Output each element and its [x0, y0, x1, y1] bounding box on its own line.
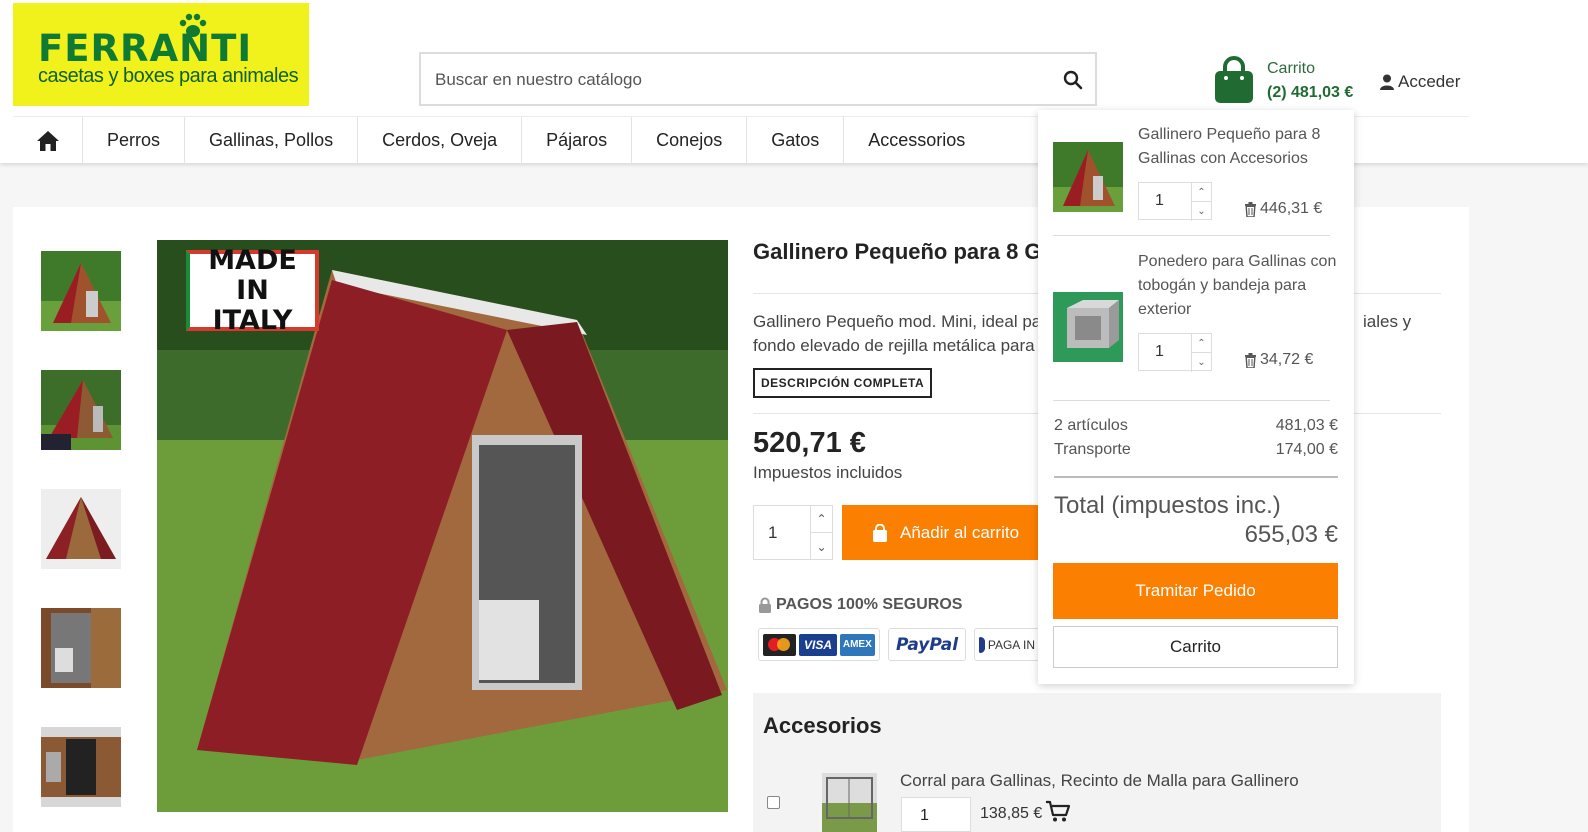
chevron-down-icon[interactable]: ⌄	[1191, 353, 1211, 372]
pay-later-icon	[979, 636, 985, 653]
chevron-down-icon[interactable]: ⌄	[810, 533, 832, 560]
accessories-section: Accesorios Corral para Gallinas, Recinto…	[753, 693, 1441, 832]
thumbnail-list	[41, 251, 121, 832]
checkout-button[interactable]: Tramitar Pedido	[1053, 563, 1338, 619]
chevron-up-icon[interactable]: ⌃	[810, 506, 832, 533]
accessory-quantity-input[interactable]: 1	[920, 807, 929, 825]
cart-item-price-value: 34,72 €	[1260, 351, 1314, 368]
payment-methods: VISA AMEX PayPal PAGA IN	[758, 628, 1040, 661]
cart-item-quantity-input[interactable]: 1	[1155, 192, 1164, 210]
pay-later-label: PAGA IN	[987, 637, 1035, 652]
product-thumbnail[interactable]	[41, 727, 121, 807]
nav-item-gallinas[interactable]: Gallinas, Pollos	[185, 117, 359, 164]
nav-item-perros[interactable]: Perros	[83, 117, 186, 164]
description-line-1-tail: iales y	[1363, 312, 1412, 331]
cart-summary: (2) 481,03 €	[1267, 84, 1354, 101]
cart-item-quantity-stepper[interactable]: 1 ⌃ ⌄	[1138, 182, 1212, 221]
add-to-cart-label: Añadir al carrito	[900, 522, 1020, 542]
add-to-cart-button[interactable]: Añadir al carrito	[842, 505, 1042, 560]
product-thumbnail[interactable]	[41, 251, 121, 331]
login-link[interactable]: Acceder	[1380, 72, 1460, 92]
add-to-cart-icon[interactable]	[1045, 799, 1071, 823]
header-cart[interactable]: Carrito (2) 481,03 €	[1213, 56, 1363, 108]
trash-icon[interactable]	[1244, 201, 1257, 217]
amex-icon: AMEX	[839, 633, 875, 656]
nav-item-pajaros[interactable]: Pájaros	[522, 117, 633, 164]
cart-dropdown: Gallinero Pequeño para 8 Gallinas con Ac…	[1038, 110, 1354, 684]
cart-item-name[interactable]: Ponedero para Gallinas con tobogán y ban…	[1138, 250, 1338, 322]
paypal-logo: PayPal	[895, 634, 959, 655]
user-icon	[1380, 74, 1394, 90]
cart-item-image[interactable]	[1053, 292, 1123, 362]
accessory-quantity-stepper[interactable]: 1	[901, 797, 971, 832]
tax-note: Impuestos incluidos	[753, 463, 903, 482]
quantity-stepper[interactable]: 1 ⌃ ⌄	[753, 505, 833, 560]
logo[interactable]: FERRANTI casetas y boxes para animales	[13, 3, 309, 106]
paypal-badge: PayPal	[888, 628, 966, 661]
nav-home[interactable]	[13, 117, 83, 164]
cart-item-quantity-stepper[interactable]: 1 ⌃ ⌄	[1138, 333, 1212, 372]
accessories-title: Accesorios	[763, 713, 882, 738]
total-value: 655,03 €	[1244, 521, 1338, 548]
description-line-1: Gallinero Pequeño mod. Mini, ideal par	[753, 312, 1047, 331]
product-title: Gallinero Pequeño para 8 G	[753, 239, 1042, 264]
full-description-button[interactable]: DESCRIPCIÓN COMPLETA	[753, 368, 933, 398]
search-icon[interactable]	[1061, 68, 1085, 92]
view-cart-button[interactable]: Carrito	[1053, 626, 1338, 668]
made-in-italy-text: MADE IN ITALY	[208, 244, 297, 336]
shipping-row: Transporte 174,00 €	[1054, 441, 1338, 459]
quantity-input[interactable]: 1	[768, 523, 777, 543]
chevron-down-icon[interactable]: ⌄	[1191, 202, 1211, 221]
accessory-checkbox[interactable]	[767, 796, 780, 809]
nav-item-gatos[interactable]: Gatos	[747, 117, 845, 164]
articles-label: 2 artículos	[1054, 417, 1128, 434]
product-thumbnail[interactable]	[41, 489, 121, 569]
divider	[1053, 235, 1330, 236]
nav-item-cerdos[interactable]: Cerdos, Oveja	[358, 117, 523, 164]
search-box	[419, 52, 1097, 106]
subtotal-row: 2 artículos 481,03 €	[1054, 417, 1338, 435]
logo-brand: FERRANTI	[38, 27, 253, 70]
shopping-bag-icon	[873, 523, 887, 542]
lock-icon	[759, 597, 771, 613]
cart-item-price: 446,31 €	[1244, 200, 1322, 218]
secure-payments: PAGOS 100% SEGUROS	[758, 596, 962, 614]
shipping-label: Transporte	[1054, 441, 1131, 458]
total-label: Total (impuestos inc.)	[1054, 492, 1281, 519]
secure-payments-label: PAGOS 100% SEGUROS	[776, 596, 963, 613]
trash-icon[interactable]	[1244, 352, 1257, 368]
chevron-up-icon[interactable]: ⌃	[1191, 334, 1211, 353]
cart-item-quantity-input[interactable]: 1	[1155, 343, 1164, 361]
divider	[1053, 400, 1330, 401]
payment-cards-badge: VISA AMEX	[758, 628, 880, 661]
visa-icon: VISA	[799, 633, 837, 656]
chevron-up-icon[interactable]: ⌃	[1191, 183, 1211, 202]
cart-item-price-value: 446,31 €	[1260, 200, 1323, 217]
search-input[interactable]	[435, 64, 1035, 96]
accessory-image[interactable]	[822, 773, 877, 832]
cart-item-image[interactable]	[1053, 142, 1123, 212]
cart-item-name[interactable]: Gallinero Pequeño para 8 Gallinas con Ac…	[1138, 123, 1338, 171]
logo-tagline: casetas y boxes para animales	[38, 65, 299, 87]
product-thumbnail[interactable]	[41, 608, 121, 688]
divider	[1054, 476, 1338, 478]
shopping-bag-icon	[1215, 56, 1253, 103]
mastercard-icon	[763, 633, 797, 656]
accessory-price: 138,85 €	[980, 805, 1043, 822]
product-thumbnail[interactable]	[41, 370, 121, 450]
home-icon	[36, 130, 59, 151]
pay-later-badge: PAGA IN	[974, 628, 1040, 661]
product-main-image[interactable]: MADE IN ITALY	[157, 240, 728, 812]
cart-item-price: 34,72 €	[1244, 351, 1313, 369]
nav-item-accessorios[interactable]: Accessorios	[844, 117, 989, 164]
shipping-value: 174,00 €	[1275, 441, 1338, 458]
login-label: Acceder	[1398, 72, 1461, 91]
nav-item-conejos[interactable]: Conejos	[632, 117, 748, 164]
product-price: 520,71 €	[753, 427, 866, 459]
cart-label: Carrito	[1267, 60, 1316, 77]
made-in-italy-badge: MADE IN ITALY	[186, 245, 319, 335]
accessory-name[interactable]: Corral para Gallinas, Recinto de Malla p…	[900, 771, 1299, 791]
articles-value: 481,03 €	[1275, 417, 1338, 434]
